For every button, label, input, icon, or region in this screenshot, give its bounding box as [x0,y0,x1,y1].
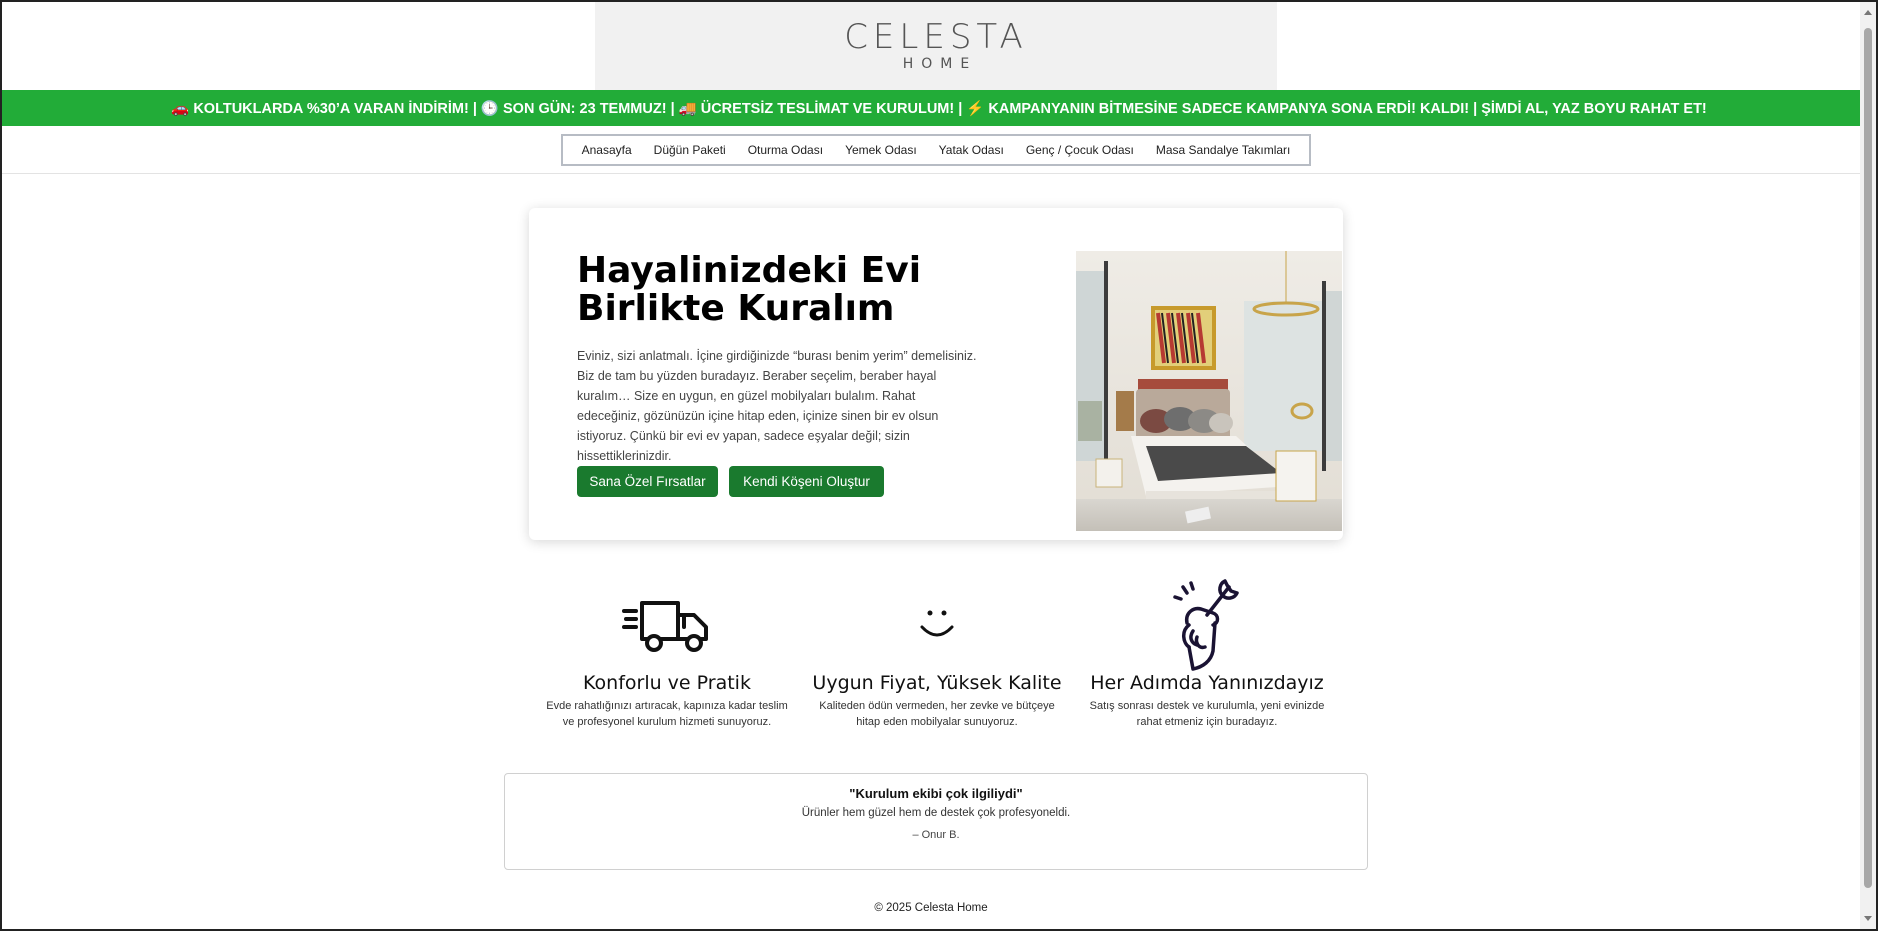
feature-support: Her Adımda Yanınızdayız Satış sonrası de… [1077,572,1337,730]
testimonial-author: – Onur B. [912,829,960,841]
smile-icon [807,572,1067,672]
nav-item-yatak-odasi[interactable]: Yatak Odası [928,141,1015,159]
feature-title: Her Adımda Yanınızdayız [1090,672,1324,694]
feature-title: Konforlu ve Pratik [583,672,751,694]
scroll-up-icon[interactable] [1864,10,1872,15]
feature-text: Satış sonrası destek ve kurulumla, yeni … [1089,700,1325,728]
special-offers-button[interactable]: Sana Özel Fırsatlar [577,466,718,497]
promo-text: 🚗 KOLTUKLARDA %30’A VARAN İNDİRİM! | 🕒 S… [171,100,1707,117]
testimonial-text: Ürünler hem güzel hem de destek çok prof… [801,807,1071,819]
hero-text: Eviniz, sizi anlatmalı. İçine girdiğiniz… [577,349,977,463]
hero-card: Hayalinizdeki Evi Birlikte Kuralım Evini… [529,208,1343,540]
testimonial-title: "Kurulum ekibi çok ilgiliydi" [849,786,1023,801]
logo-text: CELESTA [844,17,1028,57]
nav-item-dugun-paketi[interactable]: Düğün Paketi [643,141,737,159]
vertical-scrollbar[interactable] [1860,2,1876,929]
navigation-bar: Anasayfa Düğün Paketi Oturma Odası Yemek… [2,126,1860,174]
feature-price: Uygun Fiyat, Yüksek Kalite Kaliteden ödü… [807,572,1067,730]
feature-delivery: Konforlu ve Pratik Evde rahatlığınızı ar… [537,572,797,730]
feature-text: Kaliteden ödün vermeden, her zevke ve bü… [819,700,1055,728]
logo-banner[interactable]: CELESTA HOME [595,2,1277,90]
nav-item-genc-cocuk-odasi[interactable]: Genç / Çocuk Odası [1015,141,1145,159]
features-section: Konforlu ve Pratik Evde rahatlığınızı ar… [537,572,1337,732]
nav-item-oturma-odasi[interactable]: Oturma Odası [737,141,834,159]
create-your-corner-button[interactable]: Kendi Köşeni Oluştur [729,466,884,497]
footer: © 2025 Celesta Home [2,902,1860,914]
promo-banner: 🚗 KOLTUKLARDA %30’A VARAN İNDİRİM! | 🕒 S… [2,90,1876,126]
logo-subtext: HOME [902,56,978,72]
hand-wrench-icon [1077,572,1337,672]
feature-title: Uygun Fiyat, Yüksek Kalite [812,672,1062,694]
delivery-truck-icon [537,572,797,672]
testimonial-card: "Kurulum ekibi çok ilgiliydi" Ürünler he… [504,773,1368,870]
main-nav: Anasayfa Düğün Paketi Oturma Odası Yemek… [560,133,1312,166]
feature-text: Evde rahatlığınızı artıracak, kapınıza k… [546,700,788,728]
nav-item-masa-sandalye[interactable]: Masa Sandalye Takımları [1145,141,1302,159]
hero-title: Hayalinizdeki Evi Birlikte Kuralım [577,250,922,329]
bedroom-image [1076,251,1342,531]
scrollbar-thumb[interactable] [1864,28,1872,888]
footer-copyright: © 2025 Celesta Home [874,902,988,914]
nav-item-yemek-odasi[interactable]: Yemek Odası [834,141,928,159]
nav-item-anasayfa[interactable]: Anasayfa [571,141,643,159]
scroll-down-icon[interactable] [1864,916,1872,921]
